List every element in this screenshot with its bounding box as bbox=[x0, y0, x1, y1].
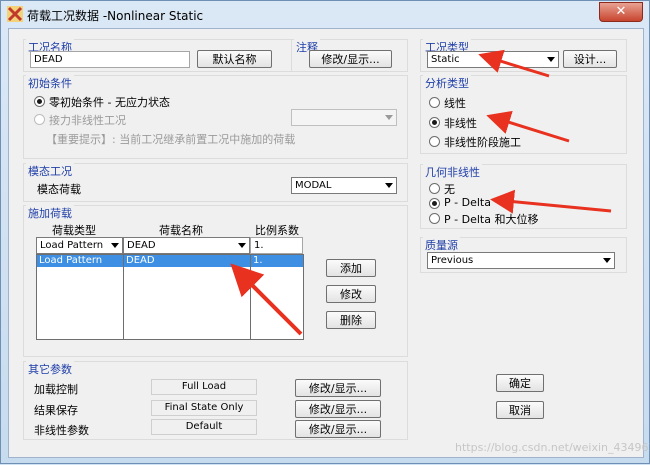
notes-group: 注释 修改/显示... bbox=[291, 39, 408, 72]
results-saved-label: 结果保存 bbox=[34, 404, 78, 417]
watermark-text: https://blog.csdn.net/weixin_43496130 bbox=[455, 441, 650, 454]
chevron-down-icon bbox=[238, 243, 246, 248]
mass-source-dropdown[interactable]: Previous bbox=[427, 252, 615, 269]
load-control-label: 加载控制 bbox=[34, 383, 78, 396]
other-params-group: 其它参数 加载控制 Full Load 修改/显示... 结果保存 Final … bbox=[23, 361, 408, 440]
ok-button[interactable]: 确定 bbox=[496, 374, 544, 392]
case-type-value: Static bbox=[431, 54, 460, 65]
linear-radio[interactable] bbox=[429, 97, 440, 108]
load-case-name-input[interactable]: DEAD bbox=[30, 51, 190, 68]
cancel-button[interactable]: 取消 bbox=[496, 401, 544, 419]
load-control-modify-button[interactable]: 修改/显示... bbox=[295, 379, 381, 397]
col-header-scale-factor: 比例系数 bbox=[255, 224, 299, 237]
delete-load-button[interactable]: 删除 bbox=[326, 311, 376, 329]
nonlinear-radio[interactable] bbox=[429, 117, 440, 128]
analysis-type-group: 分析类型 线性 非线性 非线性阶段施工 bbox=[420, 75, 627, 154]
notes-modify-button[interactable]: 修改/显示... bbox=[309, 50, 392, 68]
staged-construction-label: 非线性阶段施工 bbox=[444, 136, 521, 149]
modal-case-label: 模态工况 bbox=[26, 163, 74, 179]
dialog-client: 工况名称 DEAD 默认名称 注释 修改/显示... 初始条件 零初始条件 - … bbox=[8, 28, 644, 458]
mass-source-label: 质量源 bbox=[423, 237, 460, 253]
load-type-dropdown[interactable]: Load Pattern bbox=[36, 237, 123, 254]
initial-conditions-hint: 【重要提示】: 当前工况继承前置工况中施加的荷载 bbox=[46, 133, 296, 146]
analysis-type-label: 分析类型 bbox=[423, 75, 471, 91]
results-saved-modify-button[interactable]: 修改/显示... bbox=[295, 400, 381, 418]
design-button[interactable]: 设计... bbox=[563, 50, 617, 68]
nonlinear-label: 非线性 bbox=[444, 117, 477, 130]
loads-applied-label: 施加荷载 bbox=[26, 205, 74, 221]
load-name-value: DEAD bbox=[127, 240, 156, 251]
close-button[interactable]: ✕ bbox=[599, 2, 643, 22]
case-type-group: 工况类型 Static 设计... bbox=[420, 39, 627, 72]
geo-none-label: 无 bbox=[444, 183, 455, 196]
load-control-value: Full Load bbox=[151, 379, 257, 395]
chevron-down-icon bbox=[111, 243, 119, 248]
nonlinear-params-modify-button[interactable]: 修改/显示... bbox=[295, 420, 381, 438]
chevron-down-icon bbox=[603, 258, 611, 263]
case-type-dropdown[interactable]: Static bbox=[427, 51, 559, 68]
nonlinear-params-label: 非线性参数 bbox=[34, 424, 89, 437]
other-params-label: 其它参数 bbox=[26, 361, 74, 377]
app-icon bbox=[7, 6, 23, 22]
nonlinear-params-value: Default bbox=[151, 419, 257, 435]
pdelta-large-displacement-label: P - Delta 和大位移 bbox=[444, 213, 539, 226]
default-name-button[interactable]: 默认名称 bbox=[197, 50, 272, 68]
mass-source-value: Previous bbox=[431, 255, 474, 266]
modal-case-dropdown[interactable]: MODAL bbox=[291, 177, 397, 194]
modal-load-label: 模态荷载 bbox=[37, 183, 81, 196]
modify-load-button[interactable]: 修改 bbox=[326, 285, 376, 303]
pdelta-radio[interactable] bbox=[429, 198, 440, 209]
zero-initial-label: 零初始条件 - 无应力状态 bbox=[49, 96, 170, 109]
table-row[interactable]: 1. bbox=[251, 255, 303, 267]
continue-nonlinear-label: 接力非线性工况 bbox=[49, 114, 126, 127]
table-row[interactable]: Load Pattern bbox=[37, 255, 123, 267]
pdelta-label: P - Delta bbox=[444, 196, 491, 209]
geometric-nonlinearity-group: 几何非线性 无 P - Delta P - Delta 和大位移 bbox=[420, 164, 627, 229]
dialog-window: 荷载工况数据 -Nonlinear Static ✕ 工况名称 DEAD 默认名… bbox=[0, 0, 650, 464]
add-load-button[interactable]: 添加 bbox=[326, 259, 376, 277]
table-row[interactable]: DEAD bbox=[124, 255, 250, 267]
chevron-down-icon bbox=[385, 115, 393, 120]
loads-applied-group: 施加荷载 荷载类型 荷载名称 比例系数 Load Pattern DEAD 1.… bbox=[23, 205, 408, 357]
mass-source-group: 质量源 Previous bbox=[420, 237, 627, 273]
col-header-load-type: 荷载类型 bbox=[52, 224, 96, 237]
window-title: 荷载工况数据 -Nonlinear Static bbox=[27, 9, 204, 23]
initial-conditions-label: 初始条件 bbox=[26, 75, 74, 91]
zero-initial-radio[interactable] bbox=[34, 96, 45, 107]
results-saved-value: Final State Only bbox=[151, 400, 257, 416]
modal-case-group: 模态工况 模态荷载 MODAL bbox=[23, 163, 408, 202]
chevron-down-icon bbox=[385, 183, 393, 188]
load-name-dropdown[interactable]: DEAD bbox=[123, 237, 250, 254]
title-bar[interactable]: 荷载工况数据 -Nonlinear Static ✕ bbox=[1, 1, 649, 27]
load-case-name-group: 工况名称 DEAD 默认名称 bbox=[23, 39, 295, 72]
linear-label: 线性 bbox=[444, 97, 466, 110]
chevron-down-icon bbox=[547, 57, 555, 62]
col-header-load-name: 荷载名称 bbox=[159, 224, 203, 237]
geo-none-radio[interactable] bbox=[429, 183, 440, 194]
staged-construction-radio[interactable] bbox=[429, 136, 440, 147]
continue-nonlinear-radio[interactable] bbox=[34, 114, 45, 125]
geometric-nonlinearity-label: 几何非线性 bbox=[423, 164, 482, 180]
prior-case-dropdown[interactable] bbox=[291, 109, 397, 126]
modal-case-value: MODAL bbox=[295, 180, 332, 191]
pdelta-large-displacement-radio[interactable] bbox=[429, 213, 440, 224]
scale-factor-input[interactable]: 1. bbox=[250, 237, 303, 254]
initial-conditions-group: 初始条件 零初始条件 - 无应力状态 接力非线性工况 【重要提示】: 当前工况继… bbox=[23, 75, 408, 159]
load-type-value: Load Pattern bbox=[40, 240, 104, 251]
